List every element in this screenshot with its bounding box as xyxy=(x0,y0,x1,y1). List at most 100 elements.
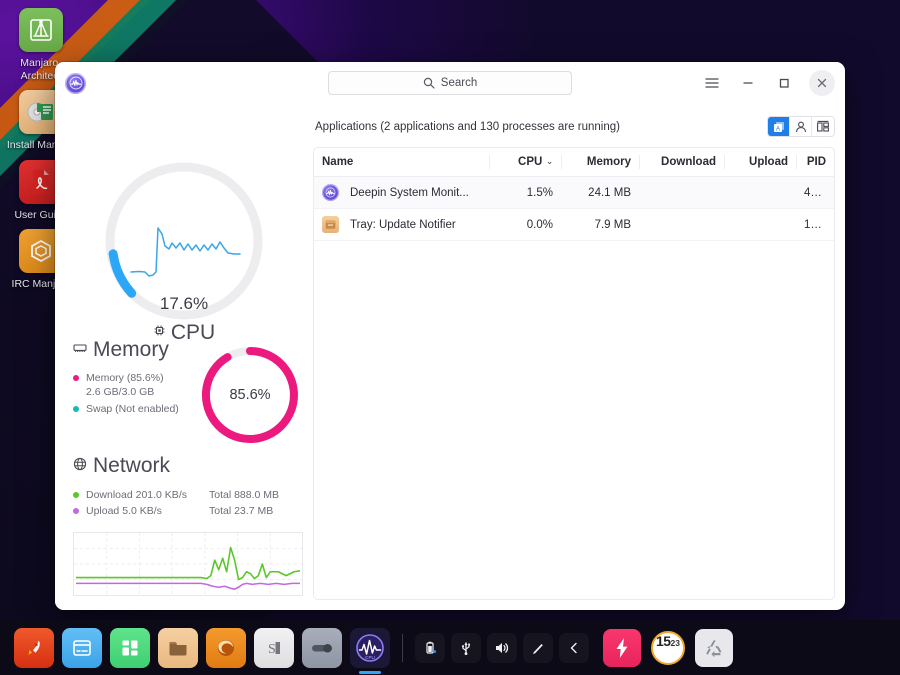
download-dot xyxy=(73,492,79,498)
window-titlebar: Search xyxy=(55,62,845,104)
upload-series-line xyxy=(75,582,301,590)
window-body: 17.6% CPU Memory Memory (85.6%) 2.6 GB/3… xyxy=(55,104,845,610)
memory-title: Memory xyxy=(93,338,169,361)
process-memory: 24.1 MB xyxy=(561,176,639,209)
upload-rate: Upload 5.0 KB/s xyxy=(86,505,162,517)
battery-icon[interactable] xyxy=(415,632,445,663)
minimize-button[interactable] xyxy=(731,69,765,97)
column-header-name[interactable]: Name xyxy=(314,148,489,177)
download-total: Total 888.0 MB xyxy=(209,489,280,501)
svg-text:A: A xyxy=(775,126,779,132)
app-launcher-icon[interactable] xyxy=(14,627,54,668)
network-upload-row: Upload 5.0 KB/s Total 23.7 MB xyxy=(73,503,313,519)
process-upload xyxy=(724,208,796,241)
process-name: Deepin System Monit... xyxy=(350,186,469,199)
usb-icon[interactable] xyxy=(451,632,481,663)
tray-right-group: 15 23 xyxy=(603,628,733,667)
maximize-button[interactable] xyxy=(767,69,801,97)
process-table: Name CPU ⌄ Memory Download Upload PID De… xyxy=(314,148,834,241)
network-section: Network Download 201.0 KB/s Total 888.0 … xyxy=(55,454,313,601)
process-table-body: Deepin System Monit... 1.5% 24.1 MB 4227 xyxy=(314,176,834,241)
network-legend: Download 201.0 KB/s Total 888.0 MB Uploa… xyxy=(73,487,313,519)
swap-legend-dot xyxy=(73,406,79,412)
system-monitor-window: Search 17.6% CPU Memory Memory (85.6%) 2… xyxy=(55,62,845,610)
search-placeholder-text: Search xyxy=(440,77,478,89)
upload-total: Total 23.7 MB xyxy=(209,505,274,517)
cpu-arc xyxy=(108,249,137,298)
process-pid: 4227 xyxy=(796,176,834,209)
column-header-memory[interactable]: Memory xyxy=(561,148,639,177)
system-monitor-icon[interactable]: CPU xyxy=(350,627,390,674)
clock-minutes: 23 xyxy=(670,637,681,648)
recycle-bin-icon[interactable] xyxy=(695,628,733,667)
download-rate: Download 201.0 KB/s xyxy=(86,489,187,501)
system-tray xyxy=(415,632,589,663)
column-header-upload[interactable]: Upload xyxy=(724,148,796,177)
app-grid-icon[interactable] xyxy=(110,627,150,668)
cpu-percent-value: 17.6% xyxy=(159,294,209,313)
chevron-left-icon[interactable] xyxy=(559,632,589,663)
process-download xyxy=(639,208,724,241)
process-cpu: 0.0% xyxy=(489,208,561,241)
column-label-cpu: CPU xyxy=(518,156,543,168)
memory-legend-line1: Memory (85.6%) xyxy=(86,372,164,384)
deepin-monitor-icon xyxy=(322,184,339,201)
swap-legend-line1: Swap (Not enabled) xyxy=(86,403,179,415)
applications-view-button[interactable]: A xyxy=(768,117,790,136)
window-controls xyxy=(695,69,839,97)
system-monitor-icon xyxy=(65,72,86,94)
monitor-sidebar: 17.6% CPU Memory Memory (85.6%) 2.6 GB/3… xyxy=(55,104,313,610)
column-header-pid[interactable]: PID xyxy=(796,148,834,177)
sort-chevron-down-icon: ⌄ xyxy=(546,157,553,167)
power-bolt-icon[interactable] xyxy=(603,628,641,667)
all-processes-view-button[interactable] xyxy=(812,117,834,136)
brightness-pen-icon[interactable] xyxy=(523,632,553,663)
applications-header: Applications (2 applications and 130 pro… xyxy=(313,112,835,147)
clock-widget[interactable]: 15 23 xyxy=(651,630,685,665)
cpu-section: 17.6% CPU xyxy=(55,108,313,344)
settings-icon[interactable] xyxy=(302,627,342,668)
applications-summary: Applications (2 applications and 130 pro… xyxy=(315,120,620,133)
process-table-container: Name CPU ⌄ Memory Download Upload PID De… xyxy=(313,147,835,600)
search-icon xyxy=(423,77,435,89)
table-row[interactable]: Tray: Update Notifier 0.0% 7.9 MB 1491 xyxy=(314,208,834,241)
dock-divider xyxy=(402,633,403,662)
menu-button[interactable] xyxy=(695,69,729,97)
chart-gridlines xyxy=(74,533,302,595)
upload-dot xyxy=(73,508,79,514)
volume-icon[interactable] xyxy=(487,632,517,663)
architect-icon xyxy=(19,8,63,52)
firefox-icon[interactable] xyxy=(206,627,246,668)
column-label-download: Download xyxy=(661,156,716,168)
my-processes-view-button[interactable] xyxy=(790,117,812,136)
globe-icon xyxy=(73,457,87,476)
process-memory: 7.9 MB xyxy=(561,208,639,241)
process-panel: Applications (2 applications and 130 pro… xyxy=(313,104,845,610)
column-label-pid: PID xyxy=(806,156,826,168)
view-toggle-group: A xyxy=(767,116,835,137)
column-label-name: Name xyxy=(322,156,354,168)
sublime-text-icon[interactable]: S xyxy=(254,627,294,668)
taskbar: S CPU 15 23 xyxy=(0,620,900,675)
svg-text:S: S xyxy=(268,642,276,657)
process-download xyxy=(639,176,724,209)
memory-legend-line2: 2.6 GB/3.0 GB xyxy=(86,386,155,398)
process-pid: 1491 xyxy=(796,208,834,241)
file-manager-icon[interactable] xyxy=(158,627,198,668)
browser-icon[interactable] xyxy=(62,627,102,668)
svg-text:CPU: CPU xyxy=(365,655,375,660)
process-cpu: 1.5% xyxy=(489,176,561,209)
table-row[interactable]: Deepin System Monit... 1.5% 24.1 MB 4227 xyxy=(314,176,834,209)
search-input[interactable]: Search xyxy=(328,71,572,95)
memory-legend-text: Memory (85.6%) 2.6 GB/3.0 GB xyxy=(86,371,164,399)
clock-hours: 15 xyxy=(655,632,671,649)
column-label-memory: Memory xyxy=(586,156,631,168)
memory-stick-icon xyxy=(73,341,87,359)
process-name-cell: Deepin System Monit... xyxy=(314,176,489,209)
dock-launchers: S CPU xyxy=(14,627,390,674)
cpu-sparkline xyxy=(130,227,241,277)
column-header-cpu[interactable]: CPU ⌄ xyxy=(489,148,561,177)
memory-legend-dot xyxy=(73,375,79,381)
close-button[interactable] xyxy=(809,70,835,96)
column-header-download[interactable]: Download xyxy=(639,148,724,177)
